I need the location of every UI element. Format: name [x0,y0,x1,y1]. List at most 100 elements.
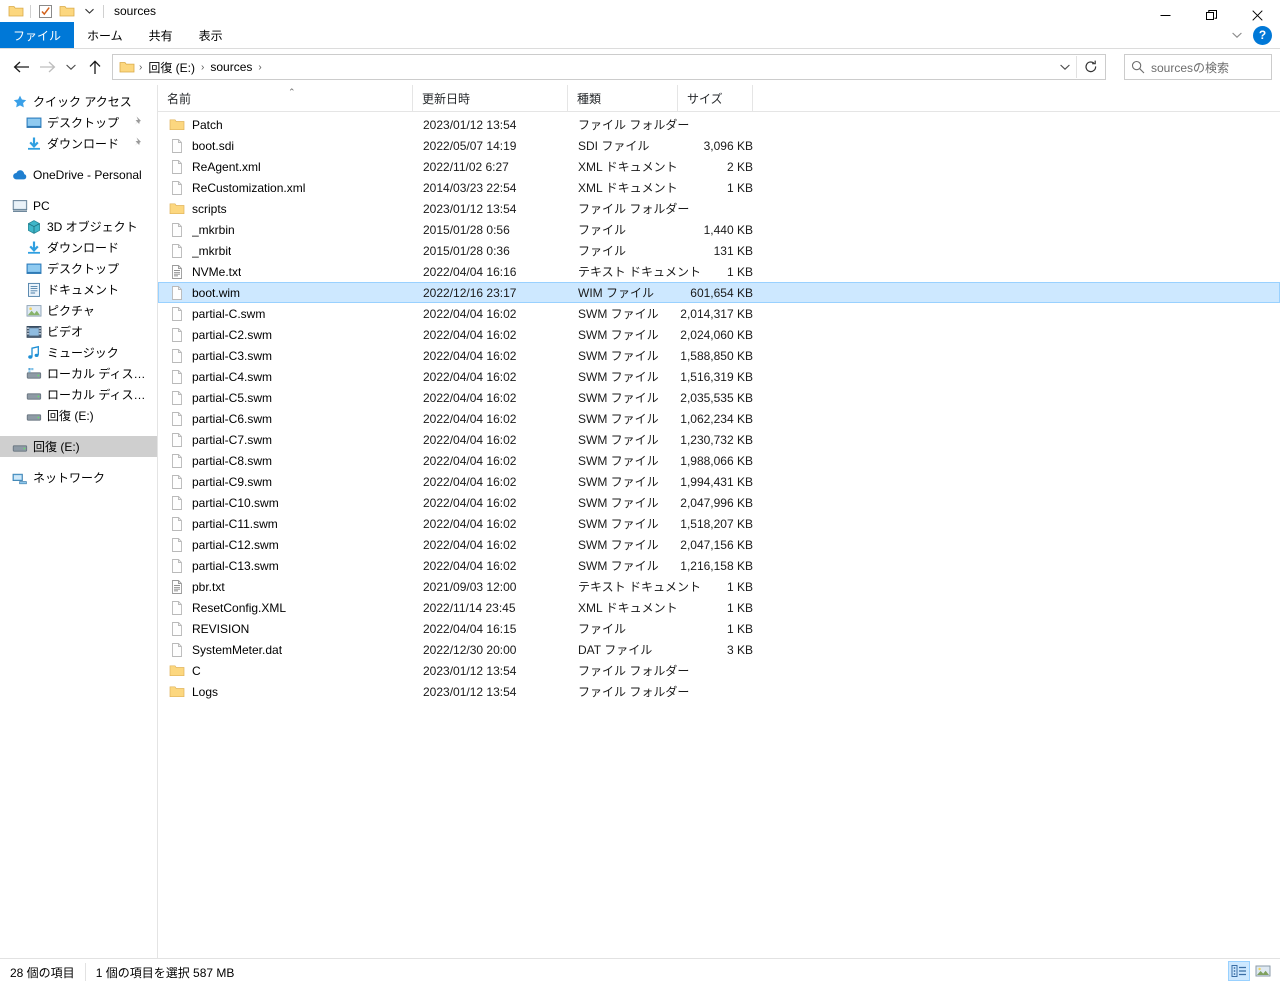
cell-name: C [159,663,414,679]
table-row[interactable]: partial-C13.swm 2022/04/04 16:02 SWM ファイル 1… [158,555,1280,576]
table-row[interactable]: partial-C2.swm 2022/04/04 16:02 SWM ファイル 2,… [158,324,1280,345]
sidebar-item-2[interactable]: ダウンロード [0,133,157,154]
forward-button[interactable] [34,52,60,82]
large-icons-view-button[interactable] [1252,961,1274,981]
table-row[interactable]: partial-C12.swm 2022/04/04 16:02 SWM ファイル 2… [158,534,1280,555]
new-folder-icon[interactable] [56,1,78,21]
view-toggle-group [1228,961,1274,981]
file-icon [169,642,185,658]
sidebar-item-9[interactable]: ピクチャ [0,300,157,321]
sidebar-item-0[interactable]: クイック アクセス [0,91,157,112]
table-row[interactable]: scripts 2023/01/12 13:54 ファイル フォルダー [158,198,1280,219]
file-icon [169,390,185,406]
properties-check-icon[interactable] [34,1,56,21]
table-row[interactable]: partial-C3.swm 2022/04/04 16:02 SWM ファイル 1,… [158,345,1280,366]
pin-icon[interactable] [132,115,145,131]
pin-icon[interactable] [132,136,145,152]
cell-date-modified: 2022/04/04 16:02 [423,327,517,342]
breadcrumb-sep-1[interactable]: › [199,62,206,73]
recent-locations-button[interactable] [60,52,82,82]
sidebar-item-10[interactable]: ビデオ [0,321,157,342]
table-row[interactable]: partial-C7.swm 2022/04/04 16:02 SWM ファイル 1,… [158,429,1280,450]
table-row[interactable]: NVMe.txt 2022/04/04 16:16 テキスト ドキュメント 1 KB [158,261,1280,282]
nav-group-gap [0,457,157,467]
table-row[interactable]: boot.sdi 2022/05/07 14:19 SDI ファイル 3,096 KB [158,135,1280,156]
table-row[interactable]: partial-C9.swm 2022/04/04 16:02 SWM ファイル 1,… [158,471,1280,492]
sidebar-item-11[interactable]: ミュージック [0,342,157,363]
expand-ribbon-chevron-icon[interactable] [1227,25,1247,45]
sidebar-item-12[interactable]: ローカル ディスク (C:) [0,363,157,384]
sidebar-item-15[interactable]: 回復 (E:) [0,436,157,457]
table-row[interactable]: _mkrbin 2015/01/28 0:56 ファイル 1,440 KB [158,219,1280,240]
sidebar-item-5[interactable]: 3D オブジェクト [0,216,157,237]
tab-share[interactable]: 共有 [136,22,186,48]
cell-name: ReCustomization.xml [159,180,414,196]
sidebar-item-14[interactable]: 回復 (E:) [0,405,157,426]
table-row[interactable]: boot.wim 2022/12/16 23:17 WIM ファイル 601,654 … [158,282,1280,303]
table-row[interactable]: ResetConfig.XML 2022/11/14 23:45 XML ドキュメン… [158,597,1280,618]
column-header-size[interactable]: サイズ [678,85,753,111]
breadcrumb-item-sources[interactable]: sources [206,58,256,76]
table-row[interactable]: partial-C8.swm 2022/04/04 16:02 SWM ファイル 1,… [158,450,1280,471]
table-row[interactable]: Patch 2023/01/12 13:54 ファイル フォルダー [158,114,1280,135]
table-row[interactable]: partial-C11.swm 2022/04/04 16:02 SWM ファイル 1… [158,513,1280,534]
sidebar-item-16[interactable]: ネットワーク [0,467,157,488]
table-row[interactable]: SystemMeter.dat 2022/12/30 20:00 DAT ファイル 3… [158,639,1280,660]
sidebar-item-4[interactable]: PC [0,195,157,216]
customize-chevron-icon[interactable] [78,1,100,21]
breadcrumb-sep-0: › [139,61,143,73]
cell-size: 131 KB [713,243,753,258]
refresh-icon[interactable] [1076,56,1105,78]
sidebar-item-label: デスクトップ [47,262,120,276]
cell-name: partial-C7.swm [159,432,414,448]
tab-file[interactable]: ファイル [0,22,75,48]
table-row[interactable]: partial-C6.swm 2022/04/04 16:02 SWM ファイル 1,… [158,408,1280,429]
cell-type: SWM ファイル [578,559,659,573]
column-header-type[interactable]: 種類 [568,85,678,111]
file-icon [169,159,185,175]
folder-icon[interactable] [5,1,27,21]
tab-home[interactable]: ホーム [74,22,136,48]
table-row[interactable]: REVISION 2022/04/04 16:15 ファイル 1 KB [158,618,1280,639]
sidebar-item-13[interactable]: ローカル ディスク (D:) [0,384,157,405]
sidebar-item-1[interactable]: デスクトップ [0,112,157,133]
table-row[interactable]: partial-C4.swm 2022/04/04 16:02 SWM ファイル 1,… [158,366,1280,387]
cell-date-modified: 2022/04/04 16:02 [423,474,517,489]
back-button[interactable] [8,52,34,82]
breadcrumb-bar[interactable]: › 回復 (E:) › sources › [112,54,1106,80]
sort-ascending-caret-icon: ⌃ [288,87,296,97]
table-row[interactable]: Logs 2023/01/12 13:54 ファイル フォルダー [158,681,1280,702]
table-row[interactable]: _mkrbit 2015/01/28 0:36 ファイル 131 KB [158,240,1280,261]
file-name: scripts [192,201,227,216]
table-row[interactable]: pbr.txt 2021/09/03 12:00 テキスト ドキュメント 1 KB [158,576,1280,597]
table-row[interactable]: C 2023/01/12 13:54 ファイル フォルダー [158,660,1280,681]
cell-type: SWM ファイル [578,475,659,489]
sidebar-item-3[interactable]: OneDrive - Personal [0,164,157,185]
sidebar-item-8[interactable]: ドキュメント [0,279,157,300]
tab-view[interactable]: 表示 [186,22,236,48]
3d-objects-icon [26,219,42,235]
up-button[interactable] [82,52,108,82]
search-box[interactable]: sourcesの検索 [1124,54,1272,80]
breadcrumb-sep-2[interactable]: › [256,62,263,73]
breadcrumb-item-drive[interactable]: 回復 (E:) [144,57,199,78]
sidebar-item-7[interactable]: デスクトップ [0,258,157,279]
table-row[interactable]: partial-C5.swm 2022/04/04 16:02 SWM ファイル 2,… [158,387,1280,408]
table-row[interactable]: ReCustomization.xml 2014/03/23 22:54 XML ド… [158,177,1280,198]
details-view-button[interactable] [1228,961,1250,981]
navigation-pane: クイック アクセス デスクトップ ダウンロード OneDrive - Personal… [0,85,158,958]
table-row[interactable]: partial-C10.swm 2022/04/04 16:02 SWM ファイル 2… [158,492,1280,513]
table-row[interactable]: ReAgent.xml 2022/11/02 6:27 XML ドキュメント 2 KB [158,156,1280,177]
column-header-name[interactable]: 名前 ⌃ [158,85,413,111]
cell-date-modified: 2022/04/04 16:02 [423,306,517,321]
cell-size: 2 KB [726,159,753,174]
sidebar-item-6[interactable]: ダウンロード [0,237,157,258]
search-input[interactable]: sourcesの検索 [1151,59,1229,76]
chevron-down-icon[interactable] [1054,56,1076,78]
cell-type: SWM ファイル [578,349,659,363]
window-title: sources [114,4,157,18]
column-header-date[interactable]: 更新日時 [413,85,568,111]
table-row[interactable]: partial-C.swm 2022/04/04 16:02 SWM ファイル 2,0… [158,303,1280,324]
help-button[interactable]: ? [1253,25,1272,45]
cell-type: ファイル フォルダー [578,118,690,132]
